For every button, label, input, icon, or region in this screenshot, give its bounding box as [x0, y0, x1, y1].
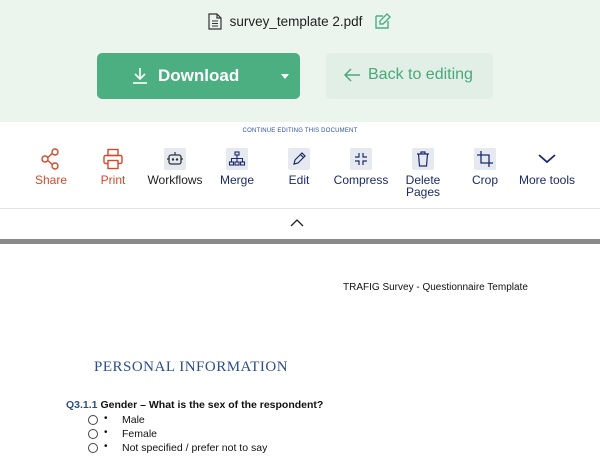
printer-icon — [103, 148, 123, 170]
robot-icon — [164, 148, 186, 170]
chevron-up-icon[interactable] — [290, 218, 304, 228]
compress-icon — [350, 148, 372, 170]
radio-button[interactable] — [88, 443, 98, 453]
bullet: • — [104, 427, 108, 438]
tools-toolbar: CONTINUE EDITING THIS DOCUMENT Share Pri… — [0, 122, 600, 208]
pencil-icon — [288, 148, 310, 170]
option-label: Not specified / prefer not to say — [122, 442, 268, 454]
compress-tool[interactable]: Compress — [326, 148, 396, 204]
chevron-down-icon — [538, 154, 556, 164]
file-name: survey_template 2.pdf — [229, 13, 363, 29]
caret-down-icon — [281, 73, 289, 79]
more-tools[interactable]: More tools — [512, 148, 582, 204]
crop-icon — [474, 148, 496, 170]
back-to-editing-button[interactable]: Back to editing — [326, 53, 493, 99]
question: Q3.1.1 Gender – What is the sex of the r… — [66, 399, 323, 411]
share-label: Share — [34, 173, 68, 187]
section-heading: PERSONAL INFORMATION — [94, 359, 289, 375]
more-tools-label: More tools — [518, 173, 576, 187]
edit-label: Edit — [288, 173, 310, 187]
download-button[interactable]: Download — [97, 53, 300, 99]
rename-icon[interactable] — [374, 12, 392, 30]
document-preview: TRAFIG Survey - Questionnaire Template P… — [0, 244, 600, 470]
question-text: Gender – What is the sex of the responde… — [100, 399, 324, 411]
trash-icon — [412, 148, 434, 170]
question-number: Q3.1.1 — [66, 399, 98, 411]
radio-button[interactable] — [88, 429, 98, 439]
merge-icon — [226, 148, 248, 170]
radio-button[interactable] — [88, 415, 98, 425]
document-header: TRAFIG Survey - Questionnaire Template — [343, 282, 528, 293]
edit-tool[interactable]: Edit — [264, 148, 334, 204]
merge-tool[interactable]: Merge — [202, 148, 272, 204]
continue-editing-caption: CONTINUE EDITING THIS DOCUMENT — [242, 128, 358, 134]
option-label: Female — [122, 428, 158, 440]
option-label: Male — [122, 414, 145, 426]
collapse-toolbar-row — [0, 208, 600, 239]
download-options-caret[interactable] — [270, 53, 300, 99]
bullet: • — [104, 441, 108, 452]
print-tool[interactable]: Print — [78, 148, 148, 204]
bullet: • — [104, 413, 108, 424]
compress-label: Compress — [333, 173, 389, 187]
document-icon — [207, 12, 222, 30]
delete-pages-label: Delete Pages — [405, 173, 441, 199]
back-to-editing-label: Back to editing — [368, 66, 473, 83]
file-title-row: survey_template 2.pdf — [0, 11, 600, 31]
workflows-label: Workflows — [147, 173, 203, 187]
download-label: Download — [158, 66, 240, 85]
merge-label: Merge — [219, 173, 254, 187]
print-label: Print — [100, 173, 126, 187]
download-panel: survey_template 2.pdf Download Back to e… — [0, 0, 600, 122]
share-icon — [41, 148, 59, 170]
crop-label: Crop — [471, 173, 498, 187]
crop-tool[interactable]: Crop — [450, 148, 520, 204]
share-tool[interactable]: Share — [16, 148, 86, 204]
arrow-left-icon — [344, 68, 360, 82]
workflows-tool[interactable]: Workflows — [140, 148, 210, 204]
download-icon — [133, 68, 147, 84]
delete-pages-tool[interactable]: Delete Pages — [388, 148, 458, 204]
